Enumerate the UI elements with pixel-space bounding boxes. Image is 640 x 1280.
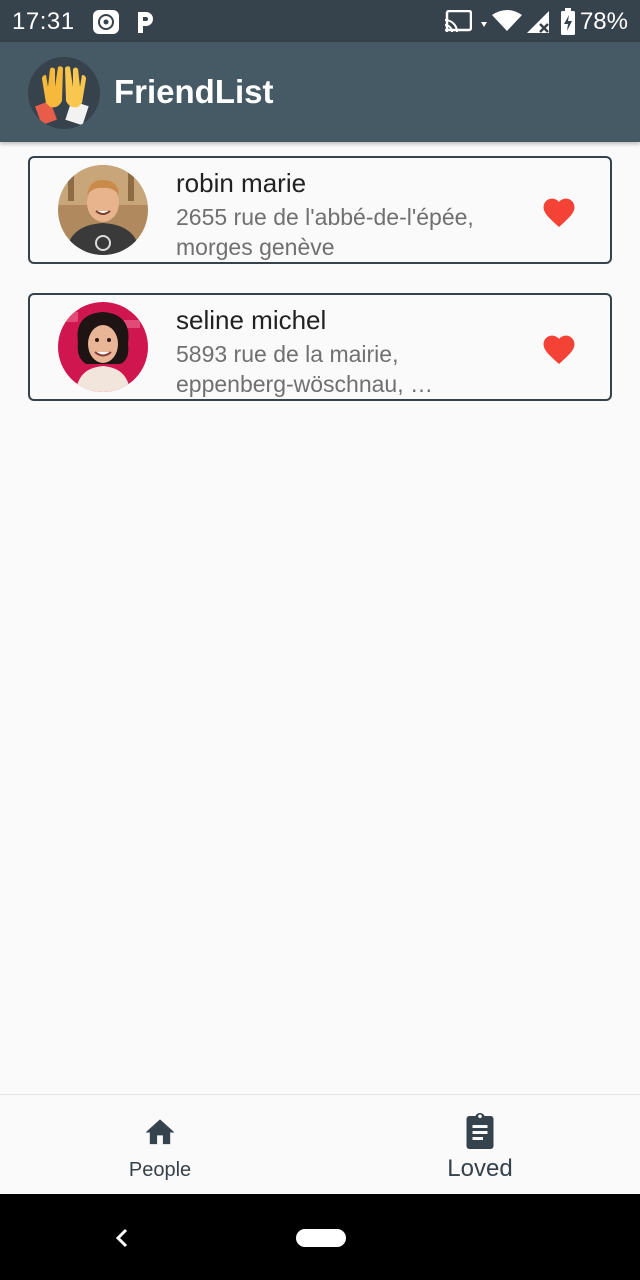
person-address: 5893 rue de la mairie, eppenberg-wöschna… [176, 341, 433, 397]
photo-icon [93, 10, 119, 34]
app-title: FriendList [114, 73, 274, 110]
avatar [58, 302, 148, 392]
heart-icon[interactable] [540, 194, 578, 228]
battery-icon [561, 8, 575, 35]
wifi-icon [481, 10, 522, 31]
friend-card[interactable]: robin marie 2655 rue de l'abbé-de-l'épée… [28, 156, 612, 264]
cast-icon [444, 10, 472, 32]
home-icon [145, 1119, 175, 1145]
home-pill[interactable] [296, 1229, 346, 1247]
person-address: 2655 rue de l'abbé-de-l'épée, morges gen… [176, 204, 474, 260]
friend-card[interactable]: seline michel 5893 rue de la mairie, epp… [28, 293, 612, 401]
person-name: robin marie [176, 168, 307, 198]
bottom-nav: People Loved [0, 1094, 640, 1195]
person-name: seline michel [176, 305, 327, 335]
nav-item-people[interactable]: People [0, 1095, 320, 1195]
back-icon[interactable] [114, 1227, 130, 1249]
system-nav-bar [0, 1194, 640, 1280]
battery-percent: 78% [579, 8, 628, 35]
heart-icon[interactable] [540, 331, 578, 365]
parking-icon [138, 12, 153, 33]
signal-icon [527, 11, 549, 33]
avatar [58, 165, 148, 255]
nav-label-people: People [128, 1159, 192, 1181]
nav-item-loved[interactable]: Loved [320, 1095, 640, 1195]
high-five-hands-icon [28, 57, 100, 129]
status-bar: 17:31 78% [0, 0, 640, 42]
clipboard-icon [466, 1113, 494, 1149]
nav-label-loved: Loved [447, 1155, 513, 1182]
app-bar: FriendList [0, 42, 640, 142]
status-time: 17:31 [12, 8, 75, 35]
